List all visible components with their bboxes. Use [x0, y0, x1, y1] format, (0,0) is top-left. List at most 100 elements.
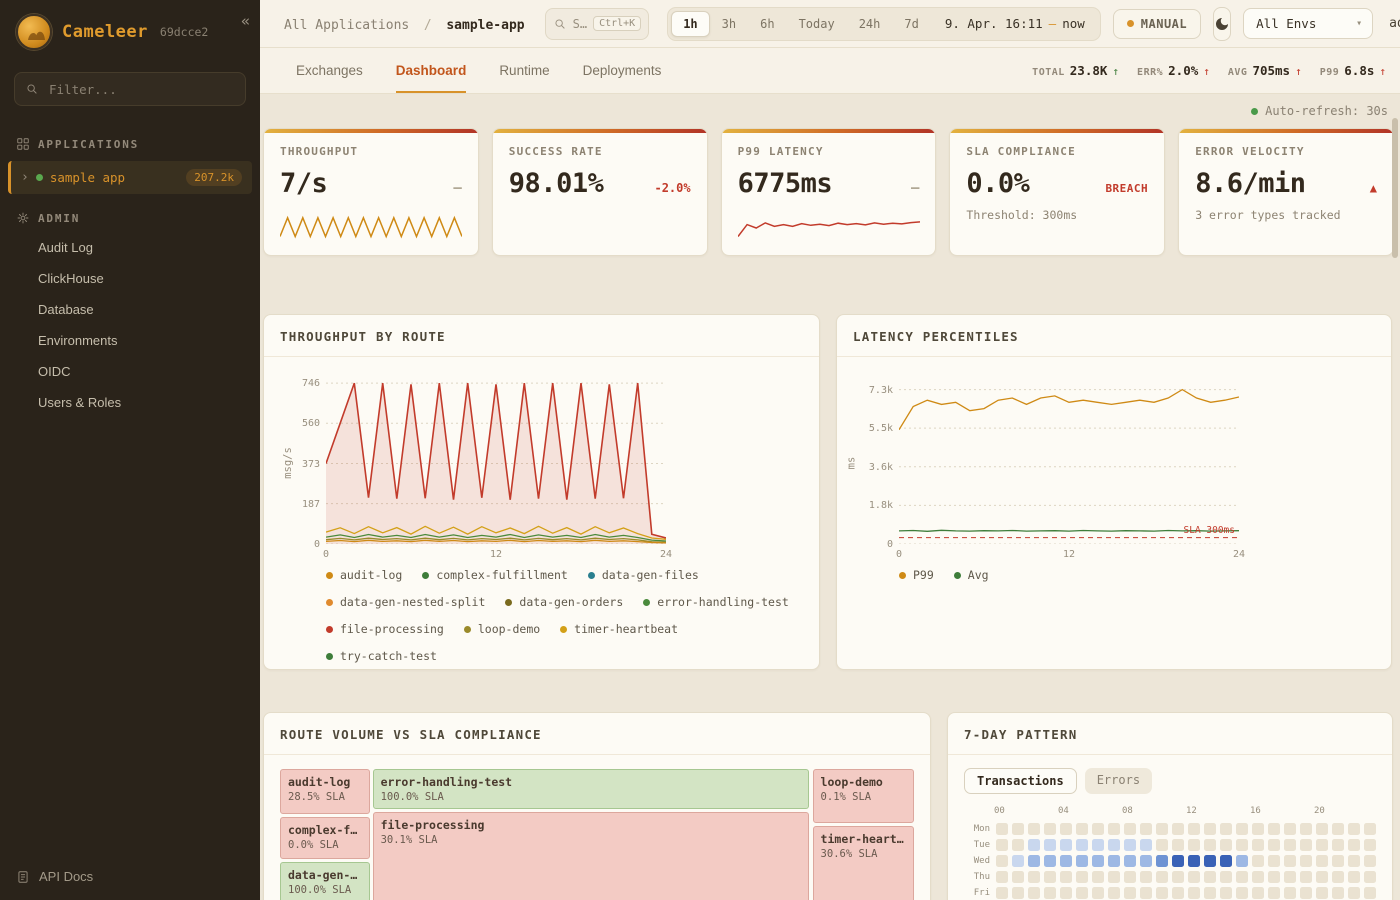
range-7d[interactable]: 7d	[892, 11, 930, 37]
heatmap-cell[interactable]	[1060, 823, 1072, 835]
heatmap-cell[interactable]	[1348, 855, 1360, 867]
heatmap-cell[interactable]	[1188, 871, 1200, 883]
heatmap-cell[interactable]	[1188, 855, 1200, 867]
heatmap-cell[interactable]	[1124, 871, 1136, 883]
heatmap-cell[interactable]	[1092, 823, 1104, 835]
heatmap-cell[interactable]	[1028, 839, 1040, 851]
heatmap-cell[interactable]	[1236, 823, 1248, 835]
range-24h[interactable]: 24h	[847, 11, 893, 37]
treemap-tile-data-gen-files[interactable]: data-gen-files100.0% SLA	[280, 862, 370, 900]
heatmap-cell[interactable]	[1156, 887, 1168, 899]
legend-item-audit-log[interactable]: audit-log	[326, 568, 402, 582]
sidebar-item-oidc[interactable]: OIDC	[0, 356, 260, 387]
heatmap-cell[interactable]	[1364, 839, 1376, 851]
heatmap-cell[interactable]	[1268, 887, 1280, 899]
heatmap-cell[interactable]	[1108, 823, 1120, 835]
heatmap-cell[interactable]	[1300, 855, 1312, 867]
heatmap-cell[interactable]	[1316, 823, 1328, 835]
legend-item-file-processing[interactable]: file-processing	[326, 622, 444, 636]
heatmap-cell[interactable]	[1332, 823, 1344, 835]
heatmap-cell[interactable]	[1236, 839, 1248, 851]
heatmap-cell[interactable]	[1076, 823, 1088, 835]
heatmap-cell[interactable]	[1268, 823, 1280, 835]
range-1h[interactable]: 1h	[671, 11, 709, 37]
heatmap-cell[interactable]	[1060, 871, 1072, 883]
heatmap-cell[interactable]	[1076, 871, 1088, 883]
heatmap-cell[interactable]	[1204, 887, 1216, 899]
heatmap-cell[interactable]	[1092, 871, 1104, 883]
env-select-dropdown[interactable]: All Envs ▾	[1243, 8, 1373, 39]
heatmap-cell[interactable]	[1140, 839, 1152, 851]
heatmap-cell[interactable]	[996, 871, 1008, 883]
legend-item-complex-fulfillment[interactable]: complex-fulfillment	[422, 568, 568, 582]
dark-mode-toggle[interactable]	[1213, 7, 1231, 41]
heatmap-cell[interactable]	[1348, 839, 1360, 851]
heatmap-cell[interactable]	[1076, 887, 1088, 899]
heatmap-cell[interactable]	[1044, 823, 1056, 835]
treemap-tile-timer-heartbeat[interactable]: timer-heartbeat30.6% SLA	[813, 826, 914, 900]
range-3h[interactable]: 3h	[710, 11, 748, 37]
heatmap-cell[interactable]	[1156, 839, 1168, 851]
heatmap-cell[interactable]	[1284, 823, 1296, 835]
time-range-display[interactable]: 9. Apr. 16:11–now	[945, 16, 1085, 31]
heatmap-cell[interactable]	[996, 839, 1008, 851]
breadcrumb-parent[interactable]: All Applications	[284, 18, 409, 33]
heatmap-cell[interactable]	[1332, 887, 1344, 899]
heatmap-cell[interactable]	[1124, 887, 1136, 899]
treemap-tile-audit-log[interactable]: audit-log28.5% SLA	[280, 769, 370, 814]
tab-exchanges[interactable]: Exchanges	[296, 48, 363, 93]
sidebar-item-sample-app[interactable]: › sample app 207.2k	[8, 161, 252, 194]
heatmap-cell[interactable]	[1252, 887, 1264, 899]
sidebar-item-environments[interactable]: Environments	[0, 325, 260, 356]
filter-input[interactable]	[47, 81, 235, 98]
sidebar-filter[interactable]	[14, 72, 246, 106]
treemap-tile-complex-fulfil-[interactable]: complex-fulfil...0.0% SLA	[280, 817, 370, 859]
heatmap-cell[interactable]	[1108, 871, 1120, 883]
heatmap-cell[interactable]	[1156, 823, 1168, 835]
heatmap-cell[interactable]	[1172, 871, 1184, 883]
heatmap-cell[interactable]	[1332, 871, 1344, 883]
heatmap-cell[interactable]	[1092, 855, 1104, 867]
tab-deployments[interactable]: Deployments	[583, 48, 662, 93]
heatmap-cell[interactable]	[1268, 839, 1280, 851]
heatmap-cell[interactable]	[1268, 855, 1280, 867]
heatmap-cell[interactable]	[1076, 839, 1088, 851]
heatmap-cell[interactable]	[1284, 839, 1296, 851]
heatmap-cell[interactable]	[1236, 855, 1248, 867]
legend-item-Avg[interactable]: Avg	[954, 568, 989, 582]
heatmap-cell[interactable]	[1044, 887, 1056, 899]
heatmap-cell[interactable]	[1300, 823, 1312, 835]
heatmap-cell[interactable]	[1364, 823, 1376, 835]
heatmap-cell[interactable]	[1252, 855, 1264, 867]
heatmap-cell[interactable]	[996, 855, 1008, 867]
heatmap-cell[interactable]	[1220, 839, 1232, 851]
heatmap-cell[interactable]	[1172, 887, 1184, 899]
user-menu[interactable]: admin	[1389, 16, 1400, 31]
heatmap-cell[interactable]	[1140, 887, 1152, 899]
heatmap-cell[interactable]	[1252, 823, 1264, 835]
heatmap-cell[interactable]	[1284, 855, 1296, 867]
heatmap-cell[interactable]	[1364, 887, 1376, 899]
legend-item-loop-demo[interactable]: loop-demo	[464, 622, 540, 636]
sidebar-item-database[interactable]: Database	[0, 294, 260, 325]
heatmap-cell[interactable]	[1220, 871, 1232, 883]
heatmap-cell[interactable]	[1140, 855, 1152, 867]
auto-refresh-indicator[interactable]: Auto-refresh: 30s	[263, 100, 1394, 122]
range-6h[interactable]: 6h	[748, 11, 786, 37]
heatmap-cell[interactable]	[1236, 871, 1248, 883]
global-search[interactable]: S… Ctrl+K	[545, 8, 650, 40]
heatmap-cell[interactable]	[1316, 839, 1328, 851]
heatmap-cell[interactable]	[1204, 855, 1216, 867]
heatmap-cell[interactable]	[1348, 887, 1360, 899]
heatmap-cell[interactable]	[1012, 887, 1024, 899]
heatmap-cell[interactable]	[1300, 839, 1312, 851]
tab-runtime[interactable]: Runtime	[499, 48, 549, 93]
heatmap-cell[interactable]	[1252, 871, 1264, 883]
heatmap-cell[interactable]	[1156, 855, 1168, 867]
treemap-tile-file-processing[interactable]: file-processing30.1% SLA	[373, 812, 810, 900]
heatmap-cell[interactable]	[1044, 871, 1056, 883]
manual-refresh-button[interactable]: MANUAL	[1113, 9, 1201, 39]
heatmap-cell[interactable]	[1252, 839, 1264, 851]
tab-errors[interactable]: Errors	[1085, 768, 1152, 794]
heatmap-cell[interactable]	[1204, 839, 1216, 851]
